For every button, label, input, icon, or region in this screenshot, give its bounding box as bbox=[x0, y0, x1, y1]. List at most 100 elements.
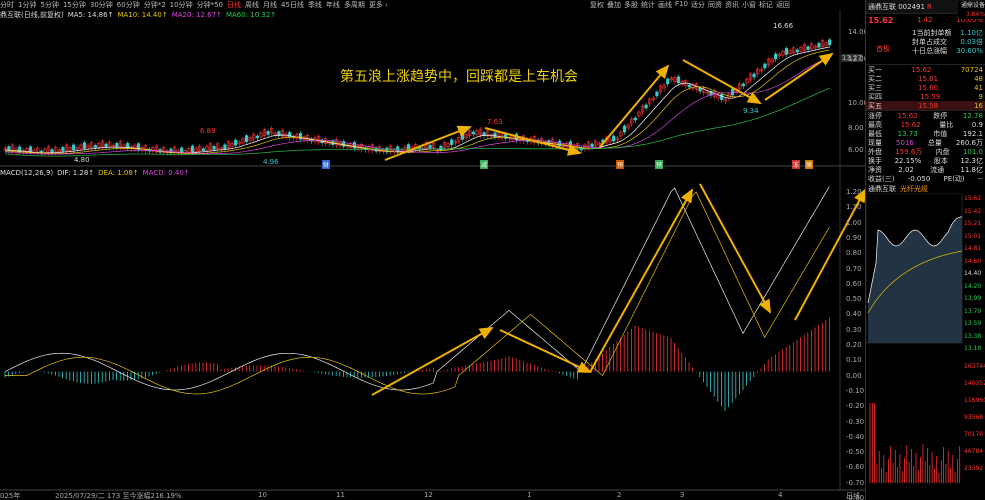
stat-row: 现量 5016 总量 260.6万 bbox=[866, 138, 985, 147]
stat-value: -- bbox=[977, 174, 983, 183]
candle-body bbox=[493, 132, 497, 138]
candle-body bbox=[633, 117, 637, 121]
trend-arrow bbox=[599, 64, 670, 148]
candle-body bbox=[104, 143, 108, 148]
candle-body bbox=[720, 94, 724, 100]
moving-average-lines bbox=[5, 46, 830, 157]
mini-price-tick: 13.79 bbox=[964, 307, 982, 315]
mini-volume-tick: 93568 bbox=[964, 414, 984, 421]
date-tick: 日线 bbox=[846, 492, 860, 500]
mini-price-tick: 14.40 bbox=[964, 270, 982, 277]
mini-price-tick: 15.01 bbox=[964, 232, 982, 240]
event-marker[interactable]: 预 bbox=[616, 160, 625, 169]
high-price-label: 16.66 bbox=[773, 22, 794, 30]
candle-body bbox=[612, 135, 616, 142]
candle-body bbox=[352, 141, 357, 149]
candle-body bbox=[784, 48, 789, 55]
trend-arrow bbox=[499, 329, 592, 373]
price-label-5: 9.34 bbox=[743, 107, 759, 115]
candle-body bbox=[298, 132, 303, 140]
date-tick: 2 bbox=[617, 491, 622, 499]
candle-body bbox=[763, 63, 767, 69]
mini-volume-tick: 46784 bbox=[964, 448, 984, 455]
date-axis: 025年 2025/07/29/二 173 至今涨幅216.19% 10 11 12 1 2… bbox=[0, 491, 865, 500]
order-row: 买五 15.58 16 bbox=[866, 101, 985, 110]
stock-name: 通鼎互联 002491 bbox=[868, 2, 925, 11]
candle-body bbox=[666, 78, 670, 85]
candle-body bbox=[828, 39, 832, 46]
candle-body bbox=[439, 145, 443, 151]
candle-body bbox=[50, 149, 54, 153]
candle-body bbox=[428, 144, 432, 149]
mini-price-tick: 13.38 bbox=[964, 332, 982, 340]
order-volume: 70724 bbox=[960, 65, 983, 74]
candle-body bbox=[774, 53, 778, 60]
order-row: 买二 15.61 48 bbox=[866, 74, 985, 83]
event-marker[interactable]: 冻 bbox=[792, 160, 801, 169]
candle-body bbox=[698, 87, 702, 92]
mini-chart-header: 通鼎互联 光纤光缆 bbox=[866, 183, 985, 193]
candle-body bbox=[244, 135, 249, 142]
event-marker[interactable]: 财 bbox=[322, 160, 331, 169]
mini-tag: 光纤光缆 bbox=[900, 185, 928, 193]
candle-body bbox=[730, 88, 735, 96]
candle-body bbox=[201, 148, 205, 152]
macd-lines bbox=[4, 186, 830, 395]
trend-arrow bbox=[764, 52, 834, 101]
stat-row: 涨停 15.62 跌停 12.78 bbox=[866, 111, 985, 120]
event-marker[interactable]: 赎 bbox=[805, 160, 814, 169]
stat-value: 260.6万 bbox=[955, 138, 983, 147]
mini-title: 通鼎互联 bbox=[868, 185, 896, 193]
candle-body bbox=[72, 144, 76, 151]
candle-body bbox=[676, 76, 681, 84]
candlestick-series bbox=[3, 37, 832, 156]
stat-value: -0.050 bbox=[907, 174, 931, 183]
order-price: 15.62 bbox=[911, 65, 932, 74]
trend-arrow bbox=[699, 183, 771, 314]
candle-body bbox=[460, 133, 465, 140]
mini-volume-tick: 70176 bbox=[964, 431, 984, 438]
candle-body bbox=[741, 83, 745, 87]
stat-value: 22.15% bbox=[894, 156, 922, 165]
stat-value: 192.1 bbox=[962, 129, 983, 138]
date-tick: 12 bbox=[424, 491, 433, 499]
trend-arrow bbox=[384, 125, 472, 161]
dif-line bbox=[4, 186, 830, 391]
price-label-4: 7.63 bbox=[487, 118, 503, 126]
stat-label: 流通 bbox=[930, 165, 945, 174]
mini-price-tick: 14.81 bbox=[964, 245, 982, 252]
order-price: 15.60 bbox=[918, 83, 939, 92]
event-marker[interactable]: 减 bbox=[480, 160, 489, 169]
event-marker[interactable]: 预 bbox=[655, 160, 664, 169]
mini-price-tick: 13.18 bbox=[964, 345, 982, 352]
candle-body bbox=[223, 144, 227, 150]
note-label: 十日总涨幅 bbox=[912, 46, 947, 55]
stat-value: 0.9 bbox=[971, 120, 983, 129]
note-value: 30.60% bbox=[956, 46, 983, 55]
stat-value: 13.73 bbox=[897, 129, 918, 138]
order-volume: 41 bbox=[974, 83, 983, 92]
dea-line bbox=[5, 191, 830, 395]
candle-body bbox=[644, 104, 648, 109]
price-label-2: 4.80 bbox=[74, 156, 90, 164]
notes-block: 首板 1当前封单额 1.10亿 封单占成交 0.03倍 十日总涨幅 30.60% bbox=[866, 26, 985, 64]
mini-price-tick: 13.99 bbox=[964, 295, 982, 302]
date-tick: 10 bbox=[258, 491, 267, 499]
candle-body bbox=[61, 147, 65, 152]
order-volume: 9 bbox=[978, 92, 983, 101]
candle-body bbox=[806, 46, 810, 50]
stat-row: 最高 15.62 量比 0.9 bbox=[866, 120, 985, 129]
candle-body bbox=[817, 42, 821, 48]
top-right-name: 通鼎设备 bbox=[960, 2, 985, 9]
candle-body bbox=[752, 73, 756, 78]
candle-body bbox=[655, 91, 659, 97]
mini-area bbox=[868, 216, 962, 343]
stat-label: 收益(三) bbox=[868, 174, 895, 183]
order-volume: 48 bbox=[974, 74, 983, 83]
mini-price-tick: 15.21 bbox=[964, 220, 982, 227]
mini-chart-block: 通鼎互联 光纤光缆 15.62 15.42 15.21 15.01 14.81 14.60… bbox=[866, 183, 985, 483]
candle-body bbox=[795, 49, 799, 53]
note-value: 0.03倍 bbox=[960, 37, 983, 46]
candle-body bbox=[255, 135, 259, 139]
candle-body bbox=[450, 139, 454, 146]
